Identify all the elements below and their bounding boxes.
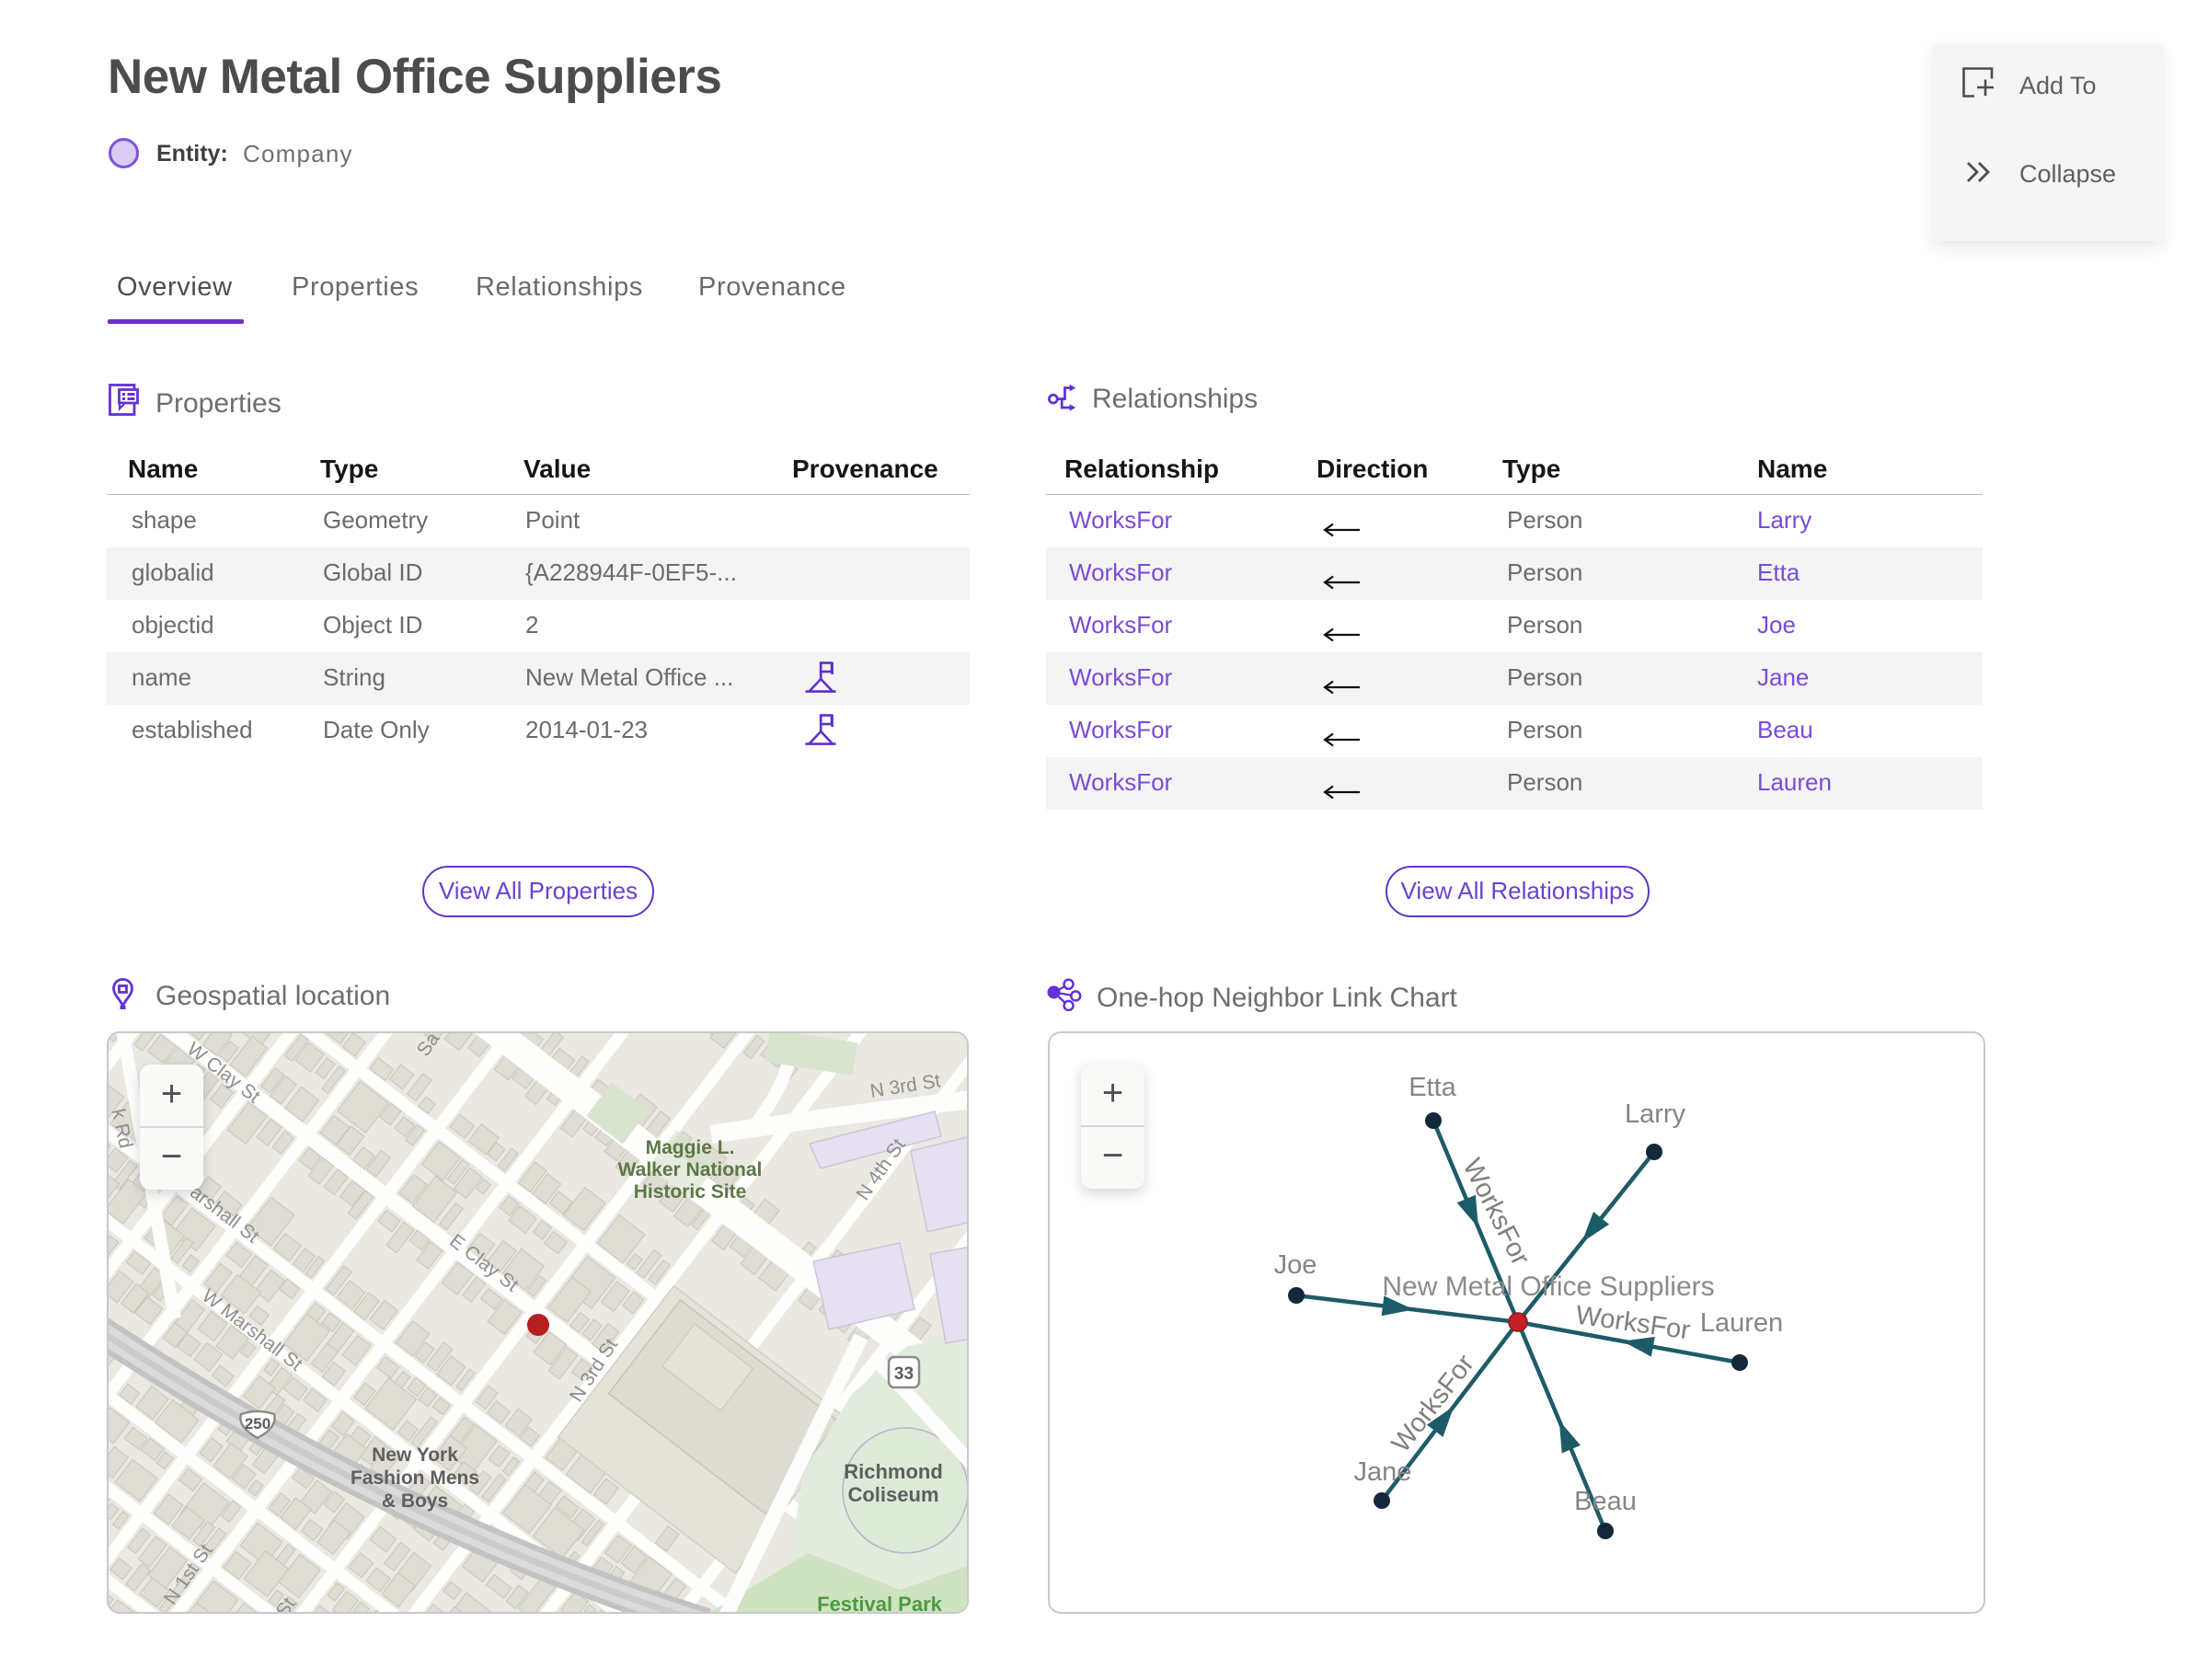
svg-text:& Boys: & Boys xyxy=(382,1490,448,1512)
svg-text:Maggie L.: Maggie L. xyxy=(646,1137,735,1158)
svg-text:Beau: Beau xyxy=(1574,1487,1637,1516)
svg-text:Fashion Mens: Fashion Mens xyxy=(351,1467,479,1489)
svg-text:Festival Park: Festival Park xyxy=(817,1593,943,1614)
svg-text:250: 250 xyxy=(245,1415,270,1433)
svg-text:Coliseum: Coliseum xyxy=(847,1483,938,1506)
svg-text:33: 33 xyxy=(894,1364,914,1384)
svg-text:New York: New York xyxy=(372,1444,458,1466)
svg-text:Larry: Larry xyxy=(1625,1099,1686,1129)
svg-text:New Metal Office Suppliers: New Metal Office Suppliers xyxy=(1382,1272,1714,1302)
svg-text:Historic Site: Historic Site xyxy=(634,1181,747,1202)
svg-text:Richmond: Richmond xyxy=(844,1460,943,1483)
svg-text:Etta: Etta xyxy=(1409,1073,1456,1102)
svg-text:WorksFor: WorksFor xyxy=(1386,1349,1480,1458)
svg-text:Walker National: Walker National xyxy=(618,1159,763,1180)
svg-text:WorksFor: WorksFor xyxy=(1574,1300,1693,1345)
svg-text:Joe: Joe xyxy=(1274,1250,1317,1280)
svg-text:Jane: Jane xyxy=(1354,1457,1412,1487)
svg-text:Lauren: Lauren xyxy=(1700,1308,1783,1338)
